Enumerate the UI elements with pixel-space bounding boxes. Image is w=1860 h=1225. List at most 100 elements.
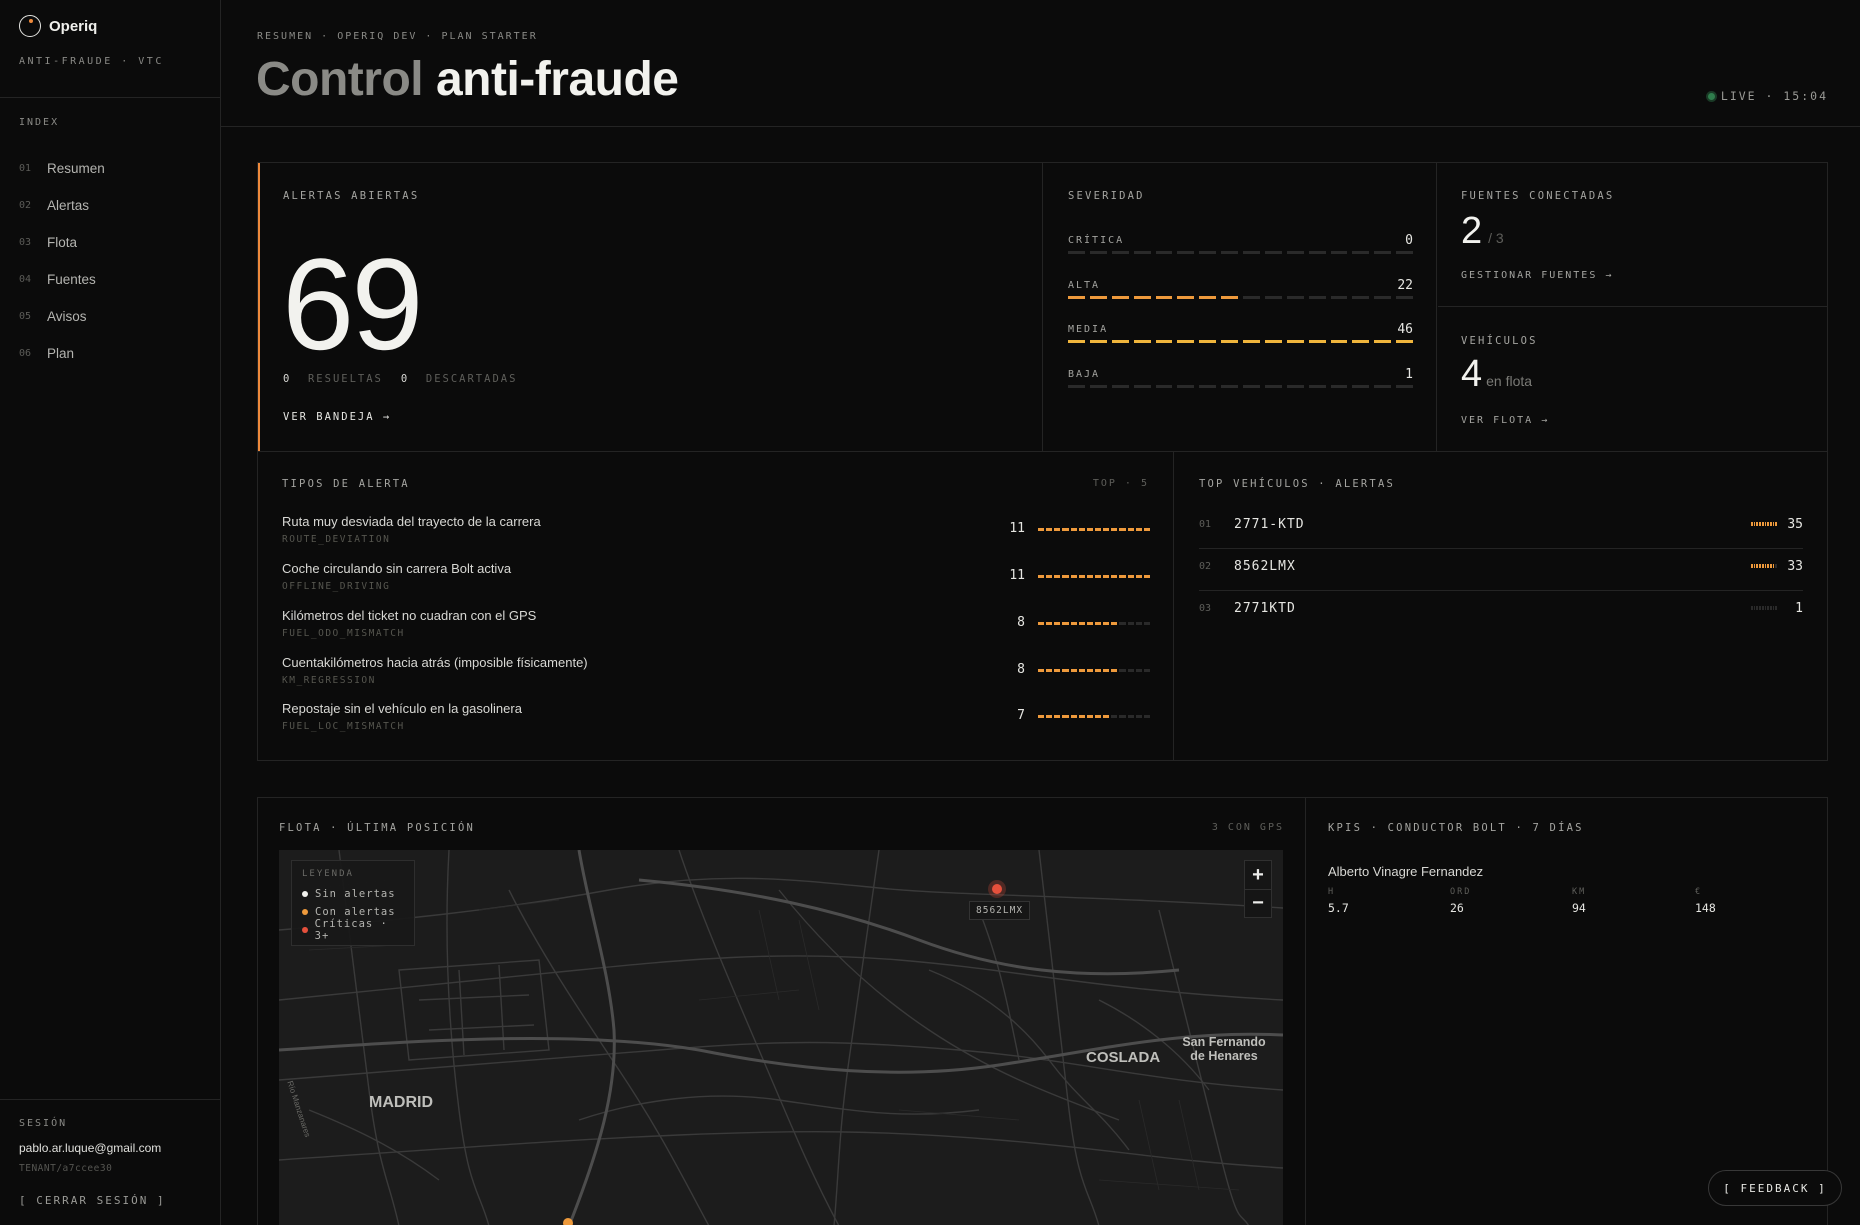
- top-vehicle-row[interactable]: 02 8562LMX 33: [1199, 549, 1803, 591]
- bar-segment: [1078, 715, 1085, 718]
- alert-type-code: FUEL_LOC_MISMATCH: [282, 721, 405, 732]
- discarded-count: 0: [400, 373, 410, 385]
- severity-value: 1: [1405, 367, 1413, 382]
- bar-segment: [1068, 340, 1085, 343]
- bar-segment: [1756, 522, 1759, 526]
- bar-segment: [1062, 575, 1069, 578]
- fleet-panel: FLOTA · ÚLTIMA POSICIÓN 3 CON GPS LEYEND…: [257, 797, 1828, 1225]
- vehicles-count: 4: [1461, 353, 1483, 395]
- vehicles-sub: en flota: [1486, 373, 1533, 389]
- legend-label: Sin alertas: [315, 888, 396, 900]
- bar-segment: [1352, 251, 1370, 254]
- vehicles-card: VEHÍCULOS 4 en flota VER FLOTA →: [1438, 308, 1827, 451]
- breakdown-panel: TIPOS DE ALERTA TOP · 5 Ruta muy desviad…: [257, 452, 1828, 761]
- logout-button[interactable]: [ CERRAR SESIÓN ]: [19, 1194, 166, 1207]
- bar-segment: [1396, 251, 1413, 254]
- fleet-map[interactable]: LEYENDA Sin alertas Con alertas Críticas…: [279, 850, 1283, 1225]
- sidebar-item-resumen[interactable]: 01 Resumen: [19, 150, 209, 187]
- index-label: INDEX: [19, 117, 60, 128]
- alert-type-row[interactable]: Coche circulando sin carrera Bolt activa…: [282, 561, 1150, 601]
- view-inbox-link[interactable]: VER BANDEJA →: [283, 411, 391, 423]
- session-email: pablo.ar.luque@gmail.com: [19, 1141, 162, 1155]
- alert-type-row[interactable]: Repostaje sin el vehículo en la gasoline…: [282, 701, 1150, 741]
- vehicles-count-wrap: 4 en flota: [1461, 353, 1532, 396]
- sidebar-item-avisos[interactable]: 05 Avisos: [19, 298, 209, 335]
- brand[interactable]: Operiq: [19, 15, 97, 37]
- bar-segment: [1199, 296, 1217, 299]
- bar-segment: [1264, 296, 1282, 299]
- bar-segment: [1330, 340, 1348, 343]
- vehicle-marker-critical[interactable]: [992, 884, 1002, 894]
- bar-segment: [1761, 564, 1764, 568]
- bar-segment: [1352, 296, 1370, 299]
- bar-segment: [1062, 669, 1069, 672]
- bar-segment: [1133, 296, 1151, 299]
- bar-segment: [1062, 528, 1069, 531]
- alert-type-count: 11: [1009, 568, 1025, 583]
- bar-segment: [1286, 251, 1304, 254]
- bar-segment: [1103, 575, 1110, 578]
- feedback-button[interactable]: [ FEEDBACK ]: [1708, 1170, 1842, 1206]
- view-fleet-link[interactable]: VER FLOTA →: [1461, 415, 1549, 426]
- bar-segment: [1330, 296, 1348, 299]
- bar-segment: [1243, 296, 1260, 299]
- bar-segment: [1135, 528, 1142, 531]
- top-vehicle-rank: 03: [1199, 603, 1212, 614]
- bar-segment: [1769, 564, 1772, 568]
- kpi-value: 5.7: [1328, 901, 1349, 915]
- sidebar-item-plan[interactable]: 06 Plan: [19, 335, 209, 372]
- severity-bar: [1068, 340, 1413, 343]
- zoom-out-button[interactable]: −: [1245, 889, 1271, 917]
- top-vehicle-row[interactable]: 03 2771KTD 1: [1199, 591, 1803, 633]
- session-label: SESIÓN: [19, 1118, 68, 1129]
- nav-number: 03: [19, 237, 32, 248]
- top-vehicle-rank: 02: [1199, 561, 1212, 572]
- bar-segment: [1330, 385, 1348, 388]
- resolved-stat: 0 RESUELTAS: [283, 373, 383, 385]
- bar-segment: [1068, 385, 1085, 388]
- alert-type-count: 7: [1017, 708, 1025, 723]
- alert-type-row[interactable]: Ruta muy desviada del trayecto de la car…: [282, 514, 1150, 554]
- bar-segment: [1111, 669, 1118, 672]
- discarded-stat: 0 DESCARTADAS: [401, 373, 518, 385]
- zoom-in-button[interactable]: +: [1245, 861, 1271, 889]
- driver-kpis-card: KPIS · CONDUCTOR BOLT · 7 DÍAS Alberto V…: [1307, 798, 1827, 1225]
- bar-segment: [1374, 385, 1392, 388]
- bar-segment: [1094, 622, 1102, 625]
- legend-label: Críticas · 3+: [314, 918, 388, 942]
- bar-segment: [1062, 715, 1069, 718]
- bar-segment: [1155, 251, 1173, 254]
- bar-segment: [1221, 340, 1238, 343]
- vehicle-marker-warning[interactable]: [563, 1218, 573, 1225]
- bar-segment: [1094, 669, 1102, 672]
- top-vehicle-row[interactable]: 01 2771-KTD 35: [1199, 507, 1803, 549]
- bar-segment: [1264, 251, 1282, 254]
- sidebar-item-alertas[interactable]: 02 Alertas: [19, 187, 209, 224]
- alert-type-bar: [1038, 622, 1150, 625]
- bar-segment: [1038, 575, 1045, 578]
- bar-segment: [1243, 251, 1260, 254]
- sidebar-item-flota[interactable]: 03 Flota: [19, 224, 209, 261]
- alert-type-row[interactable]: Cuentakilómetros hacia atrás (imposible …: [282, 655, 1150, 695]
- severity-bar: [1068, 296, 1413, 299]
- bar-segment: [1772, 564, 1775, 568]
- bar-segment: [1111, 715, 1118, 718]
- nav-label: Resumen: [47, 161, 105, 176]
- page-title-strong: anti-fraude: [435, 53, 679, 106]
- summary-panel: ALERTAS ABIERTAS 69 0 RESUELTAS 0 DESCAR…: [257, 162, 1828, 452]
- sidebar-item-fuentes[interactable]: 04 Fuentes: [19, 261, 209, 298]
- bar-segment: [1243, 340, 1260, 343]
- open-alerts-count: 69: [282, 231, 424, 377]
- top-vehicle-bar: [1751, 564, 1778, 568]
- manage-sources-link[interactable]: GESTIONAR FUENTES →: [1461, 270, 1613, 281]
- kpi-label: €: [1695, 887, 1703, 897]
- bar-segment: [1221, 296, 1238, 299]
- brand-name: Operiq: [49, 17, 98, 35]
- kpis-caption: KPIS · CONDUCTOR BOLT · 7 DÍAS: [1328, 822, 1584, 834]
- severity-label: MEDIA: [1068, 324, 1109, 335]
- alert-type-count: 11: [1009, 521, 1025, 536]
- map-legend: LEYENDA Sin alertas Con alertas Críticas…: [291, 860, 415, 946]
- discarded-label: DESCARTADAS: [425, 373, 518, 385]
- bar-segment: [1396, 340, 1413, 343]
- alert-type-row[interactable]: Kilómetros del ticket no cuadran con el …: [282, 608, 1150, 648]
